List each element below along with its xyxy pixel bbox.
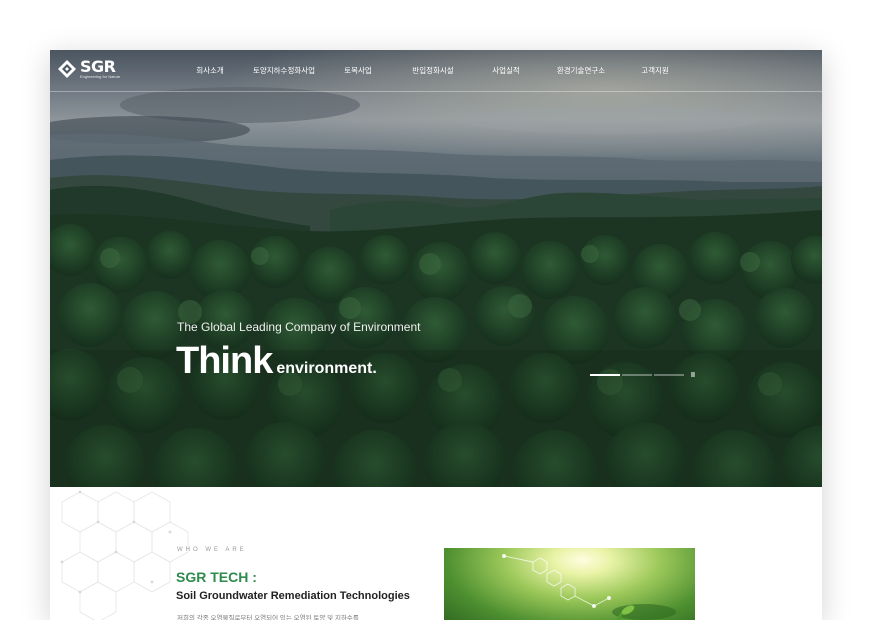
forest-landscape-image — [50, 50, 822, 487]
slide-indicator-3[interactable] — [654, 374, 684, 376]
top-navigation-bar: SGR Engineering for Nature 회사소개 토양지하수정화사… — [50, 50, 822, 92]
website-frame: SGR Engineering for Nature 회사소개 토양지하수정화사… — [50, 50, 822, 620]
pause-icon[interactable]: II — [691, 372, 695, 379]
slide-indicator-1[interactable] — [590, 374, 620, 376]
about-subtitle: Soil Groundwater Remediation Technologie… — [176, 590, 410, 602]
nav-item-company[interactable]: 회사소개 — [196, 65, 224, 76]
hero-section: SGR Engineering for Nature 회사소개 토양지하수정화사… — [50, 50, 822, 487]
about-section: WHO WE ARE SGR TECH : Soil Groundwater R… — [50, 487, 822, 620]
slide-indicator-2[interactable] — [622, 374, 652, 376]
page: SGR Engineering for Nature 회사소개 토양지하수정화사… — [0, 0, 872, 620]
hero-tagline: The Global Leading Company of Environmen… — [177, 320, 421, 334]
headline-environment: environment. — [276, 360, 377, 377]
nav-item-research-lab[interactable]: 환경기술연구소 — [557, 65, 605, 76]
headline-think: Think — [176, 340, 273, 382]
about-description: 저희의 각종 오염물질로부터 오염되어 있는 오염된 토양 및 지하수를 — [177, 615, 359, 620]
main-menu: 회사소개 토양지하수정화사업 토목사업 반입정화시설 사업실적 환경기술연구소 … — [50, 65, 822, 79]
nav-item-purification-facility[interactable]: 반입정화시설 — [412, 65, 453, 76]
nav-item-civil[interactable]: 토목사업 — [344, 65, 372, 76]
slider-pagination: II — [590, 372, 700, 380]
nav-item-soil-groundwater[interactable]: 토양지하수정화사업 — [253, 65, 315, 76]
nav-item-support[interactable]: 고객지원 — [641, 65, 669, 76]
molecule-overlay-graphic — [502, 554, 676, 620]
sprout-science-image — [444, 548, 695, 620]
hero-headline: Think environment. — [176, 340, 377, 383]
section-eyebrow: WHO WE ARE — [177, 547, 247, 553]
about-title: SGR TECH : — [176, 569, 257, 585]
nav-item-performance[interactable]: 사업실적 — [492, 65, 520, 76]
